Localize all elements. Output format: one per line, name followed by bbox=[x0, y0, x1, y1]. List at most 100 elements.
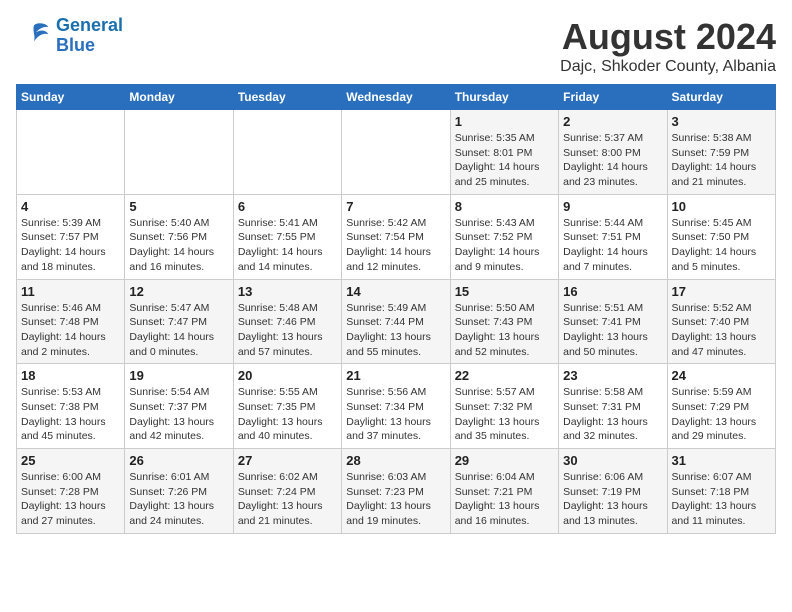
day-info: Sunrise: 5:55 AMSunset: 7:35 PMDaylight:… bbox=[238, 385, 337, 444]
day-number: 25 bbox=[21, 453, 120, 468]
day-number: 9 bbox=[563, 199, 662, 214]
day-info: Sunrise: 5:59 AMSunset: 7:29 PMDaylight:… bbox=[672, 385, 771, 444]
day-number: 20 bbox=[238, 368, 337, 383]
calendar-cell: 16 Sunrise: 5:51 AMSunset: 7:41 PMDayligh… bbox=[559, 279, 667, 364]
day-info: Sunrise: 5:57 AMSunset: 7:32 PMDaylight:… bbox=[455, 385, 554, 444]
day-number: 19 bbox=[129, 368, 228, 383]
day-info: Sunrise: 5:42 AMSunset: 7:54 PMDaylight:… bbox=[346, 216, 445, 275]
weekday-header-thursday: Thursday bbox=[450, 85, 558, 110]
weekday-header-saturday: Saturday bbox=[667, 85, 775, 110]
calendar-cell: 31 Sunrise: 6:07 AMSunset: 7:18 PMDayligh… bbox=[667, 449, 775, 534]
day-info: Sunrise: 5:58 AMSunset: 7:31 PMDaylight:… bbox=[563, 385, 662, 444]
day-info: Sunrise: 5:48 AMSunset: 7:46 PMDaylight:… bbox=[238, 301, 337, 360]
day-number: 13 bbox=[238, 284, 337, 299]
logo-text: General bbox=[56, 16, 123, 36]
calendar-cell: 23 Sunrise: 5:58 AMSunset: 7:31 PMDayligh… bbox=[559, 364, 667, 449]
day-number: 3 bbox=[672, 114, 771, 129]
calendar-table: SundayMondayTuesdayWednesdayThursdayFrid… bbox=[16, 84, 776, 534]
day-info: Sunrise: 6:03 AMSunset: 7:23 PMDaylight:… bbox=[346, 470, 445, 529]
weekday-header-friday: Friday bbox=[559, 85, 667, 110]
day-info: Sunrise: 5:38 AMSunset: 7:59 PMDaylight:… bbox=[672, 131, 771, 190]
calendar-title: August 2024 bbox=[560, 16, 776, 58]
day-number: 18 bbox=[21, 368, 120, 383]
day-info: Sunrise: 6:04 AMSunset: 7:21 PMDaylight:… bbox=[455, 470, 554, 529]
day-number: 23 bbox=[563, 368, 662, 383]
day-info: Sunrise: 5:41 AMSunset: 7:55 PMDaylight:… bbox=[238, 216, 337, 275]
calendar-cell: 28Sunrise: 6:03 AMSunset: 7:23 PMDayligh… bbox=[342, 449, 450, 534]
calendar-cell: 2Sunrise: 5:37 AMSunset: 8:00 PMDaylight… bbox=[559, 110, 667, 195]
header: General Blue August 2024 Dajc, Shkoder C… bbox=[16, 16, 776, 76]
calendar-cell: 29Sunrise: 6:04 AMSunset: 7:21 PMDayligh… bbox=[450, 449, 558, 534]
calendar-cell: 13 Sunrise: 5:48 AMSunset: 7:46 PMDayligh… bbox=[233, 279, 341, 364]
weekday-header-row: SundayMondayTuesdayWednesdayThursdayFrid… bbox=[17, 85, 776, 110]
logo-blue: Blue bbox=[56, 36, 123, 56]
day-number: 16 bbox=[563, 284, 662, 299]
day-info: Sunrise: 5:44 AMSunset: 7:51 PMDaylight:… bbox=[563, 216, 662, 275]
weekday-header-sunday: Sunday bbox=[17, 85, 125, 110]
title-section: August 2024 Dajc, Shkoder County, Albani… bbox=[560, 16, 776, 76]
calendar-cell: 21 Sunrise: 5:56 AMSunset: 7:34 PMDayligh… bbox=[342, 364, 450, 449]
day-number: 31 bbox=[672, 453, 771, 468]
day-number: 10 bbox=[672, 199, 771, 214]
day-number: 11 bbox=[21, 284, 120, 299]
week-row-3: 11Sunrise: 5:46 AMSunset: 7:48 PMDayligh… bbox=[17, 279, 776, 364]
day-number: 4 bbox=[21, 199, 120, 214]
weekday-header-tuesday: Tuesday bbox=[233, 85, 341, 110]
day-number: 8 bbox=[455, 199, 554, 214]
calendar-cell: 24 Sunrise: 5:59 AMSunset: 7:29 PMDayligh… bbox=[667, 364, 775, 449]
weekday-header-wednesday: Wednesday bbox=[342, 85, 450, 110]
calendar-subtitle: Dajc, Shkoder County, Albania bbox=[560, 58, 776, 76]
day-info: Sunrise: 5:56 AMSunset: 7:34 PMDaylight:… bbox=[346, 385, 445, 444]
day-number: 17 bbox=[672, 284, 771, 299]
calendar-body: 1Sunrise: 5:35 AMSunset: 8:01 PMDaylight… bbox=[17, 110, 776, 534]
calendar-cell bbox=[125, 110, 233, 195]
week-row-5: 25Sunrise: 6:00 AMSunset: 7:28 PMDayligh… bbox=[17, 449, 776, 534]
calendar-cell bbox=[342, 110, 450, 195]
day-number: 15 bbox=[455, 284, 554, 299]
calendar-cell: 12Sunrise: 5:47 AMSunset: 7:47 PMDayligh… bbox=[125, 279, 233, 364]
calendar-cell: 19 Sunrise: 5:54 AMSunset: 7:37 PMDayligh… bbox=[125, 364, 233, 449]
day-number: 5 bbox=[129, 199, 228, 214]
calendar-cell: 15 Sunrise: 5:50 AMSunset: 7:43 PMDayligh… bbox=[450, 279, 558, 364]
logo-icon bbox=[16, 18, 52, 54]
day-info: Sunrise: 5:50 AMSunset: 7:43 PMDaylight:… bbox=[455, 301, 554, 360]
calendar-cell: 1Sunrise: 5:35 AMSunset: 8:01 PMDaylight… bbox=[450, 110, 558, 195]
day-number: 24 bbox=[672, 368, 771, 383]
calendar-cell: 5Sunrise: 5:40 AMSunset: 7:56 PMDaylight… bbox=[125, 194, 233, 279]
day-info: Sunrise: 5:52 AMSunset: 7:40 PMDaylight:… bbox=[672, 301, 771, 360]
day-info: Sunrise: 5:51 AMSunset: 7:41 PMDaylight:… bbox=[563, 301, 662, 360]
calendar-cell: 9 Sunrise: 5:44 AMSunset: 7:51 PMDaylight… bbox=[559, 194, 667, 279]
day-info: Sunrise: 5:43 AMSunset: 7:52 PMDaylight:… bbox=[455, 216, 554, 275]
calendar-cell: 8 Sunrise: 5:43 AMSunset: 7:52 PMDaylight… bbox=[450, 194, 558, 279]
day-number: 14 bbox=[346, 284, 445, 299]
calendar-cell: 6 Sunrise: 5:41 AMSunset: 7:55 PMDaylight… bbox=[233, 194, 341, 279]
calendar-cell: 18 Sunrise: 5:53 AMSunset: 7:38 PMDayligh… bbox=[17, 364, 125, 449]
day-number: 2 bbox=[563, 114, 662, 129]
calendar-cell bbox=[233, 110, 341, 195]
calendar-cell: 26Sunrise: 6:01 AMSunset: 7:26 PMDayligh… bbox=[125, 449, 233, 534]
day-info: Sunrise: 6:06 AMSunset: 7:19 PMDaylight:… bbox=[563, 470, 662, 529]
week-row-1: 1Sunrise: 5:35 AMSunset: 8:01 PMDaylight… bbox=[17, 110, 776, 195]
week-row-4: 18 Sunrise: 5:53 AMSunset: 7:38 PMDayligh… bbox=[17, 364, 776, 449]
calendar-cell: 20 Sunrise: 5:55 AMSunset: 7:35 PMDayligh… bbox=[233, 364, 341, 449]
calendar-cell: 7Sunrise: 5:42 AMSunset: 7:54 PMDaylight… bbox=[342, 194, 450, 279]
day-info: Sunrise: 6:07 AMSunset: 7:18 PMDaylight:… bbox=[672, 470, 771, 529]
day-info: Sunrise: 5:54 AMSunset: 7:37 PMDaylight:… bbox=[129, 385, 228, 444]
day-info: Sunrise: 5:53 AMSunset: 7:38 PMDaylight:… bbox=[21, 385, 120, 444]
calendar-cell: 3 Sunrise: 5:38 AMSunset: 7:59 PMDaylight… bbox=[667, 110, 775, 195]
calendar-cell: 25Sunrise: 6:00 AMSunset: 7:28 PMDayligh… bbox=[17, 449, 125, 534]
calendar-cell: 22Sunrise: 5:57 AMSunset: 7:32 PMDayligh… bbox=[450, 364, 558, 449]
calendar-cell: 17 Sunrise: 5:52 AMSunset: 7:40 PMDayligh… bbox=[667, 279, 775, 364]
calendar-cell: 10Sunrise: 5:45 AMSunset: 7:50 PMDayligh… bbox=[667, 194, 775, 279]
calendar-cell: 27Sunrise: 6:02 AMSunset: 7:24 PMDayligh… bbox=[233, 449, 341, 534]
day-number: 27 bbox=[238, 453, 337, 468]
logo-general: General bbox=[56, 15, 123, 35]
day-number: 6 bbox=[238, 199, 337, 214]
day-number: 30 bbox=[563, 453, 662, 468]
day-info: Sunrise: 5:35 AMSunset: 8:01 PMDaylight:… bbox=[455, 131, 554, 190]
calendar-cell: 30 Sunrise: 6:06 AMSunset: 7:19 PMDayligh… bbox=[559, 449, 667, 534]
day-number: 26 bbox=[129, 453, 228, 468]
day-info: Sunrise: 5:47 AMSunset: 7:47 PMDaylight:… bbox=[129, 301, 228, 360]
calendar-cell: 14Sunrise: 5:49 AMSunset: 7:44 PMDayligh… bbox=[342, 279, 450, 364]
day-number: 21 bbox=[346, 368, 445, 383]
